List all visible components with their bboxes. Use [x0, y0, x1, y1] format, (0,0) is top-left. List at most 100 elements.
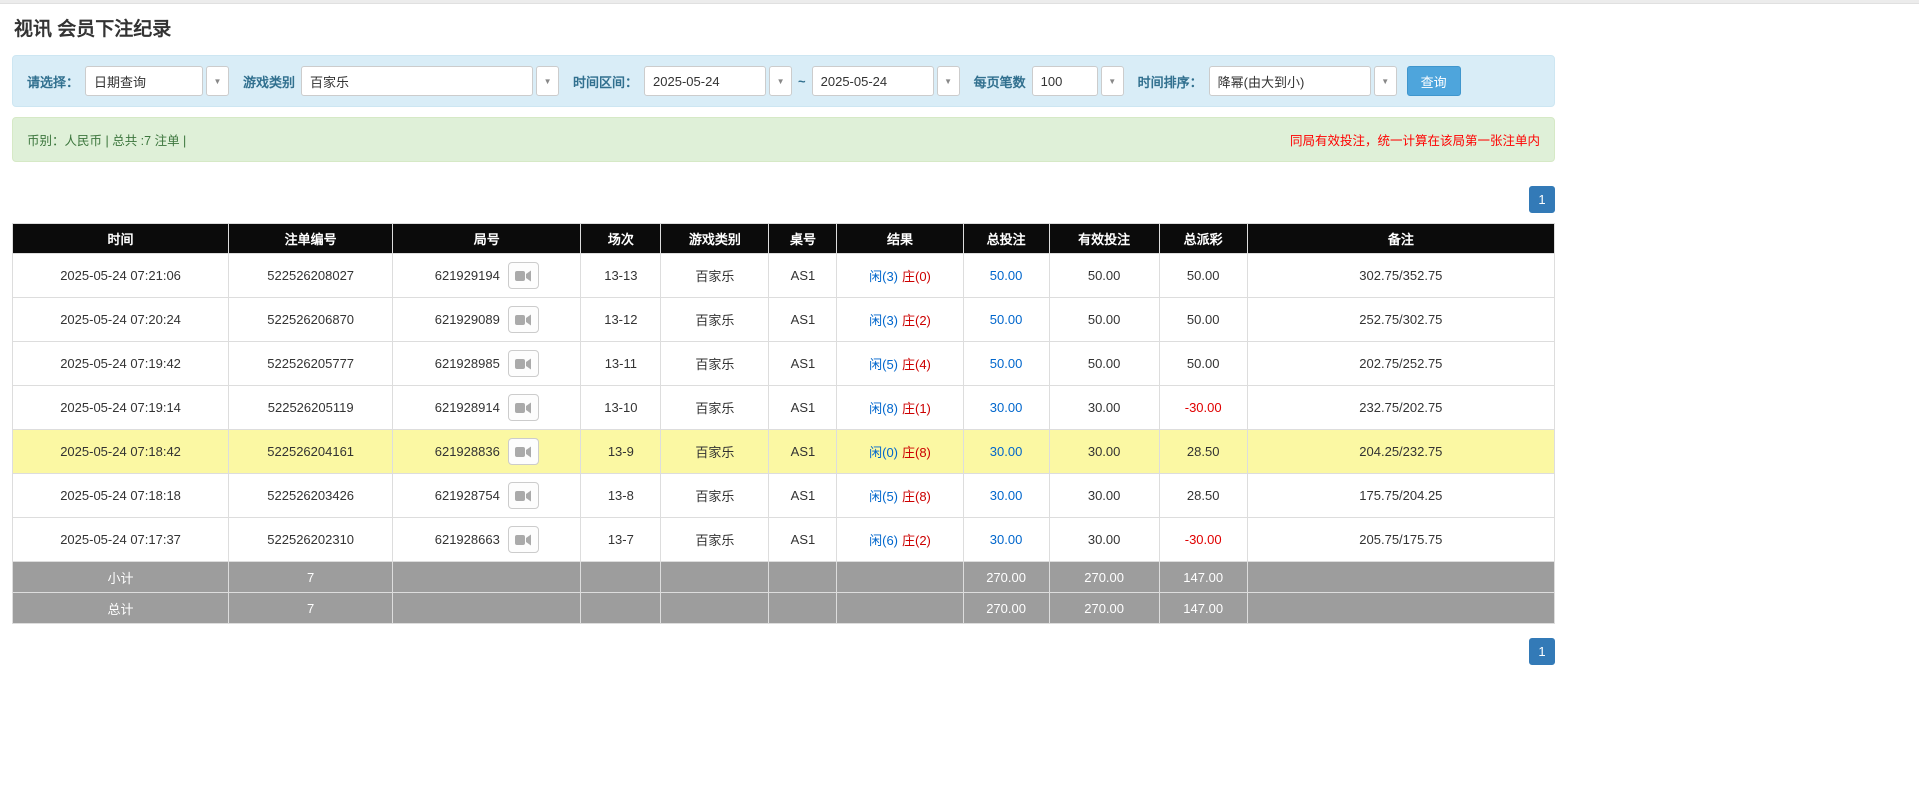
cell-round-id: 621928754 [392, 473, 582, 518]
summary-bar: 币别：人民币 | 总共 :7 注单 | 同局有效投注，统一计算在该局第一张注单内 [12, 117, 1555, 162]
cell-valid-bet: 30.00 [1048, 429, 1160, 474]
result-banker: 庄(0) [902, 269, 931, 284]
game-type-label: 游戏类别 [243, 74, 296, 90]
table-row: 2025-05-24 07:19:14 522526205119 6219289… [11, 385, 1556, 430]
cell-total-bet: 30.00 [962, 473, 1050, 518]
cell-session: 13-8 [580, 473, 662, 518]
cell-session: 13-9 [580, 429, 662, 474]
cell-table-no: AS1 [768, 473, 838, 518]
cell-round-id: 621928663 [392, 517, 582, 562]
video-replay-button[interactable] [507, 438, 539, 465]
round-number: 621928754 [434, 488, 500, 503]
cell-table-no: AS1 [768, 517, 838, 562]
date-to-input[interactable] [811, 66, 934, 96]
grand-total-total-bet: 270.00 [962, 592, 1050, 624]
cell-table-no: AS1 [768, 429, 838, 474]
cell-game-type: 百家乐 [660, 517, 770, 562]
cell-total-bet: 30.00 [962, 429, 1050, 474]
total-bet-link[interactable]: 50.00 [990, 268, 1023, 283]
subtotal-row: 小计 7 270.00 270.00 147.00 [11, 561, 1556, 593]
game-type-input[interactable] [301, 66, 534, 96]
table-header: 时间 注单编号 局号 场次 游戏类别 桌号 结果 总投注 有效投注 总派彩 备注 [11, 223, 1556, 254]
video-replay-button[interactable] [507, 350, 539, 377]
time-sort-caret-icon[interactable]: ▼ [1373, 66, 1397, 96]
cell-valid-bet: 50.00 [1048, 297, 1160, 342]
cell-game-type: 百家乐 [660, 385, 770, 430]
round-number: 621929089 [434, 312, 500, 327]
result-banker: 庄(2) [902, 313, 931, 328]
cell-game-type: 百家乐 [660, 473, 770, 518]
date-from-input[interactable] [644, 66, 767, 96]
header-time: 时间 [11, 223, 230, 254]
page-size-caret-icon[interactable]: ▼ [1100, 66, 1124, 96]
header-valid-bet: 有效投注 [1048, 223, 1160, 254]
result-banker: 庄(8) [902, 445, 931, 460]
query-type-input[interactable] [85, 66, 204, 96]
cell-result: 闲(0) 庄(8) [836, 429, 964, 474]
cell-game-type: 百家乐 [660, 297, 770, 342]
total-bet-link[interactable]: 50.00 [990, 356, 1023, 371]
header-note: 备注 [1246, 223, 1556, 254]
cell-table-no: AS1 [768, 341, 838, 386]
cell-game-type: 百家乐 [660, 341, 770, 386]
search-button[interactable]: 查询 [1406, 66, 1461, 96]
round-number: 621928836 [434, 444, 500, 459]
table-row: 2025-05-24 07:18:18 522526203426 6219287… [11, 473, 1556, 518]
cell-note: 175.75/204.25 [1246, 473, 1556, 518]
subtotal-total-bet: 270.00 [962, 561, 1050, 593]
time-sort-label: 时间排序： [1137, 74, 1203, 90]
pagination-page-1[interactable]: 1 [1529, 638, 1555, 665]
grand-total-row: 总计 7 270.00 270.00 147.00 [11, 592, 1556, 624]
cell-session: 13-13 [580, 253, 662, 298]
cell-bet-id: 522526203426 [228, 473, 394, 518]
records-table: 时间 注单编号 局号 场次 游戏类别 桌号 结果 总投注 有效投注 总派彩 备注… [11, 223, 1556, 624]
video-replay-button[interactable] [507, 394, 539, 421]
date-from-caret-icon[interactable]: ▼ [769, 66, 793, 96]
video-replay-button[interactable] [507, 306, 539, 333]
cell-result: 闲(3) 庄(0) [836, 253, 964, 298]
header-session: 场次 [580, 223, 662, 254]
cell-note: 204.25/232.75 [1246, 429, 1556, 474]
video-replay-button[interactable] [507, 526, 539, 553]
round-number: 621928985 [434, 356, 500, 371]
date-to-caret-icon[interactable]: ▼ [936, 66, 960, 96]
video-replay-button[interactable] [507, 262, 539, 289]
table-row: 2025-05-24 07:19:42 522526205777 6219289… [11, 341, 1556, 386]
video-replay-button[interactable] [507, 482, 539, 509]
page-size-combo: ▼ [1031, 66, 1124, 96]
time-range-label: 时间区间： [573, 74, 639, 90]
cell-total-bet: 30.00 [962, 385, 1050, 430]
game-type-caret-icon[interactable]: ▼ [536, 66, 560, 96]
page-size-input[interactable] [1031, 66, 1098, 96]
cell-result: 闲(6) 庄(2) [836, 517, 964, 562]
total-bet-link[interactable]: 30.00 [990, 400, 1023, 415]
time-sort-combo: ▼ [1208, 66, 1397, 96]
currency-total-text: 币别：人民币 | 总共 :7 注单 | [27, 134, 187, 148]
query-type-combo: ▼ [85, 66, 230, 96]
cell-time: 2025-05-24 07:19:42 [11, 341, 230, 386]
select-type-label: 请选择： [27, 74, 80, 90]
cell-round-id: 621928836 [392, 429, 582, 474]
round-number: 621928914 [434, 400, 500, 415]
query-type-caret-icon[interactable]: ▼ [206, 66, 230, 96]
total-bet-link[interactable]: 50.00 [990, 312, 1023, 327]
cell-valid-bet: 50.00 [1048, 253, 1160, 298]
page-size-label: 每页笔数 [973, 74, 1026, 90]
cell-payout: 28.50 [1158, 429, 1248, 474]
cell-result: 闲(5) 庄(4) [836, 341, 964, 386]
pagination-page-1[interactable]: 1 [1529, 186, 1555, 213]
cell-bet-id: 522526202310 [228, 517, 394, 562]
cell-bet-id: 522526204161 [228, 429, 394, 474]
cell-total-bet: 30.00 [962, 517, 1050, 562]
cell-bet-id: 522526206870 [228, 297, 394, 342]
cell-valid-bet: 30.00 [1048, 517, 1160, 562]
total-bet-link[interactable]: 30.00 [990, 488, 1023, 503]
total-bet-link[interactable]: 30.00 [990, 444, 1023, 459]
time-sort-input[interactable] [1208, 66, 1371, 96]
grand-total-label: 总计 [11, 592, 230, 624]
cell-bet-id: 522526205119 [228, 385, 394, 430]
cell-bet-id: 522526208027 [228, 253, 394, 298]
cell-session: 13-11 [580, 341, 662, 386]
cell-bet-id: 522526205777 [228, 341, 394, 386]
total-bet-link[interactable]: 30.00 [990, 532, 1023, 547]
